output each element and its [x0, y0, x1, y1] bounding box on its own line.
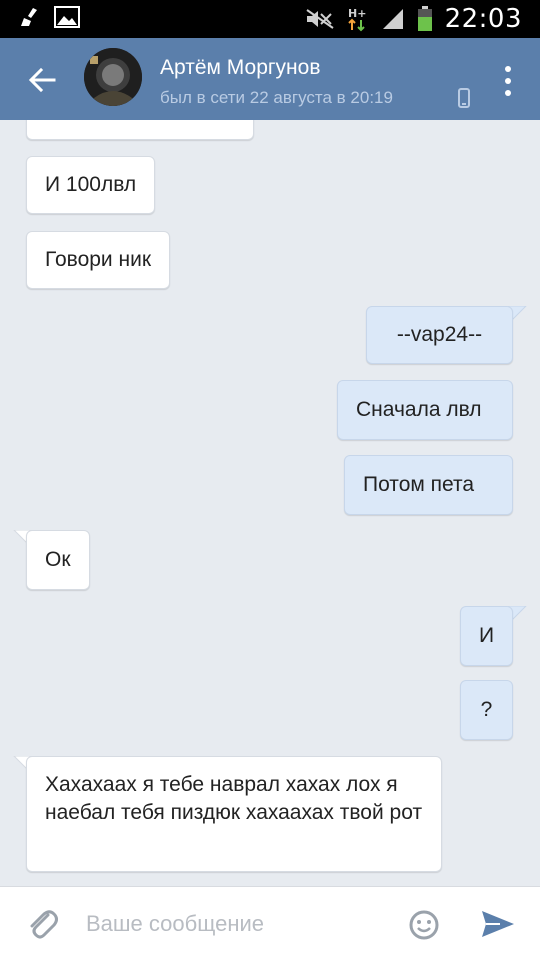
back-arrow-icon: [28, 67, 56, 93]
status-bar: H+ 22:03: [0, 0, 540, 38]
message-input[interactable]: [86, 901, 386, 947]
message-text: Говори ник: [45, 248, 152, 271]
message-outgoing[interactable]: Сначала лвл: [337, 380, 513, 440]
message-text: И: [478, 624, 495, 647]
avatar[interactable]: [84, 48, 142, 106]
message-outgoing[interactable]: И: [460, 606, 513, 666]
broom-icon: [21, 8, 37, 26]
message-text: И 100лвл: [45, 173, 137, 196]
more-options-button[interactable]: [496, 64, 520, 98]
message-text: Потом пета: [363, 473, 475, 496]
message-incoming[interactable]: [26, 120, 254, 140]
message-text: Ок: [45, 548, 71, 571]
mobile-phone-icon: [458, 88, 470, 108]
message-text: --vap24--: [396, 323, 483, 346]
chat-header: Артём Моргунов был в сети 22 августа в 2…: [0, 38, 540, 120]
message-incoming[interactable]: Ок: [26, 530, 90, 590]
message-list[interactable]: И 100лвл Говори ник --vap24-- Сначала лв…: [0, 120, 540, 886]
image-icon: [54, 6, 80, 28]
battery-icon: [417, 6, 432, 31]
message-outgoing[interactable]: --vap24--: [366, 306, 513, 364]
send-button[interactable]: [480, 909, 516, 944]
message-text: Хахахаах я тебе наврал хахах лох я наеба…: [45, 773, 423, 824]
message-outgoing[interactable]: ?: [460, 680, 513, 740]
message-outgoing[interactable]: Потом пета: [344, 455, 513, 515]
hplus-network-icon: H+: [348, 7, 366, 32]
message-text: Сначала лвл: [356, 398, 482, 421]
attach-button[interactable]: [26, 907, 58, 948]
signal-icon: [382, 9, 403, 29]
svg-text:H+: H+: [348, 7, 366, 20]
message-incoming[interactable]: И 100лвл: [26, 156, 156, 214]
emoji-button[interactable]: [408, 909, 440, 946]
contact-name[interactable]: Артём Моргунов: [160, 56, 320, 80]
message-incoming[interactable]: Хахахаах я тебе наврал хахах лох я наеба…: [26, 756, 442, 872]
message-incoming[interactable]: Говори ник: [26, 231, 171, 289]
message-composer: [0, 886, 540, 960]
emoji-icon: [409, 910, 439, 940]
back-button[interactable]: [24, 62, 60, 98]
clock: 22:03: [444, 4, 522, 34]
more-vertical-icon: [505, 66, 511, 96]
last-seen-status: был в сети 22 августа в 20:19: [160, 88, 393, 107]
message-text: ?: [480, 698, 493, 721]
paperclip-icon: [30, 910, 58, 939]
send-icon: [482, 911, 514, 937]
mute-icon: [305, 9, 334, 29]
